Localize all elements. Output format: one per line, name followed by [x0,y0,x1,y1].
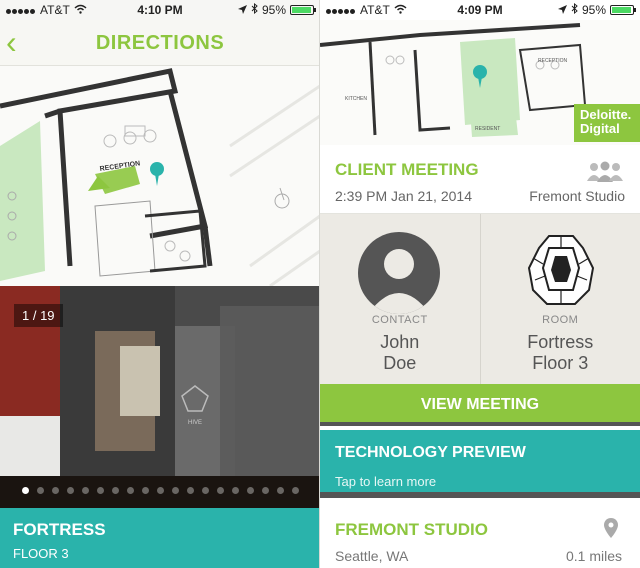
technology-preview-subtitle: Tap to learn more [335,474,437,489]
location-floor: FLOOR 3 [13,546,69,561]
deloitte-digital-logo: Deloitte. Digital [574,104,640,142]
room-card[interactable]: ROOM Fortress Floor 3 [479,214,640,384]
bluetooth-icon [571,2,578,17]
pager-dot[interactable] [96,487,104,494]
directions-screen: AT&T 4:10 PM 95% ‹ DIRECTIONS RECEPTION … [0,0,320,568]
meeting-title: CLIENT MEETING [335,160,479,179]
pager-dot[interactable] [231,487,239,494]
pager-dot[interactable] [126,487,134,494]
pager-dot[interactable] [216,487,224,494]
pager-dot[interactable] [51,487,59,494]
meeting-details: CONTACT John Doe ROOM Fortress Floor 3 [320,214,640,384]
location-name: FORTRESS [13,520,106,539]
battery-percent: 95% [581,3,606,17]
pager-dot[interactable] [36,487,44,494]
map-reception-label: RECEPTION [538,58,568,64]
technology-preview-banner[interactable]: TECHNOLOGY PREVIEW Tap to learn more [320,430,640,498]
group-icon [586,161,624,188]
location-bar[interactable]: FORTRESS FLOOR 3 [0,508,320,568]
pager-dot[interactable] [201,487,209,494]
contact-caption: CONTACT [371,314,428,326]
status-bar: AT&T 4:09 PM 95% [320,0,640,20]
meeting-header: CLIENT MEETING 2:39 PM Jan 21, 2014 Frem… [320,146,640,214]
fortress-room-icon [527,235,594,305]
map-kitchen-label: KITCHEN [345,96,367,102]
nav-bar: ‹ DIRECTIONS [0,20,320,66]
battery-icon [610,5,636,15]
battery-icon [290,5,316,15]
technology-preview-title: TECHNOLOGY PREVIEW [335,444,526,461]
pager-dot[interactable] [111,487,119,494]
pager-dot[interactable] [186,487,194,494]
status-bar: AT&T 4:10 PM 95% [0,0,320,20]
pager-dot[interactable] [66,487,74,494]
meeting-screen: AT&T 4:09 PM 95% KITCHEN RECEPTION RESID… [320,0,640,568]
photo-counter: 1 / 19 [14,304,63,327]
battery-percent: 95% [261,3,286,17]
contact-avatar-icon [358,232,440,314]
location-arrow-icon [557,3,567,17]
pager-dot[interactable] [141,487,149,494]
pager-dot[interactable] [156,487,164,494]
pager-dot[interactable] [276,487,284,494]
bluetooth-icon [251,2,258,17]
room-name: Fortress Floor 3 [527,332,594,373]
photo-pager[interactable] [0,487,320,494]
view-meeting-button[interactable]: VIEW MEETING [320,384,640,426]
hive-wall-text: HIVE [188,420,202,426]
studio-row[interactable]: FREMONT STUDIO Seattle, WA 0.1 miles [320,504,640,568]
studio-title: FREMONT STUDIO [335,520,488,539]
map-resident-label: RESIDENT [475,126,500,132]
studio-city: Seattle, WA [335,548,409,564]
pager-dot[interactable] [291,487,299,494]
contact-card[interactable]: CONTACT John Doe [320,214,480,384]
pager-dot[interactable] [261,487,269,494]
location-pin-icon [604,518,618,543]
page-title: DIRECTIONS [95,32,225,54]
pager-dot[interactable] [246,487,254,494]
pager-dot[interactable] [81,487,89,494]
room-photo[interactable]: HIVE 1 / 19 [0,286,320,508]
studio-distance: 0.1 miles [565,548,622,564]
meeting-time: 2:39 PM Jan 21, 2014 [335,188,472,204]
meeting-location: Fremont Studio [529,188,625,204]
contact-name: John Doe [380,332,420,373]
pager-dot[interactable] [21,487,29,494]
floor-map[interactable]: RECEPTION [0,66,320,288]
location-arrow-icon [237,3,247,17]
room-caption: ROOM [542,314,579,326]
pager-dot[interactable] [171,487,179,494]
